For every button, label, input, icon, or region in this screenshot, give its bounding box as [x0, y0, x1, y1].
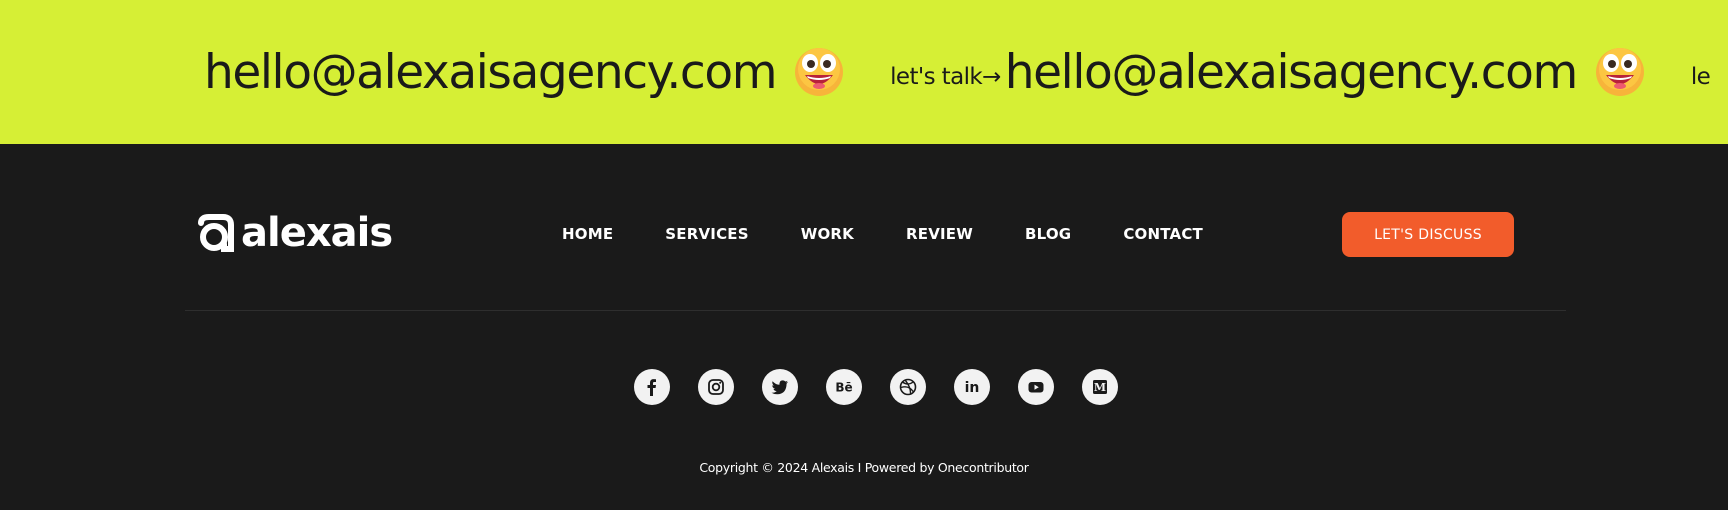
email-marquee: hello@alexaisagency.com let's talk→ hell…: [0, 0, 1728, 144]
nav-work[interactable]: WORK: [801, 225, 854, 243]
twitter-link[interactable]: [762, 369, 798, 405]
copyright-text: Copyright © 2024 Alexais I Powered by On…: [699, 460, 1029, 475]
nav-services[interactable]: SERVICES: [665, 225, 748, 243]
footer-top-bar: alexais HOME SERVICES WORK REVIEW BLOG C…: [185, 200, 1566, 268]
nav-home[interactable]: HOME: [562, 225, 613, 243]
youtube-link[interactable]: [1018, 369, 1054, 405]
nav-blog[interactable]: BLOG: [1025, 225, 1071, 243]
dribbble-icon: [899, 378, 917, 396]
lets-discuss-button[interactable]: LET'S DISCUSS: [1342, 212, 1514, 257]
linkedin-link[interactable]: in: [954, 369, 990, 405]
facebook-icon: [647, 379, 656, 396]
instagram-icon: [708, 379, 724, 395]
instagram-link[interactable]: [698, 369, 734, 405]
brand-name: alexais: [241, 210, 393, 256]
marquee-email-link[interactable]: hello@alexaisagency.com: [204, 49, 778, 96]
medium-text: M: [1094, 381, 1106, 394]
logo-mark-icon: [198, 214, 234, 252]
behance-link[interactable]: Bē: [826, 369, 862, 405]
twitter-icon: [771, 380, 788, 395]
behance-text: Bē: [835, 381, 852, 395]
marquee-email-link[interactable]: hello@alexaisagency.com: [1005, 49, 1579, 96]
footer-nav: HOME SERVICES WORK REVIEW BLOG CONTACT: [562, 200, 1203, 268]
medium-icon: M: [1093, 380, 1107, 394]
social-links: Bē in M: [634, 369, 1118, 405]
dribbble-link[interactable]: [890, 369, 926, 405]
lets-talk-label: le: [1690, 64, 1711, 90]
facebook-link[interactable]: [634, 369, 670, 405]
linkedin-text: in: [965, 380, 980, 396]
medium-link[interactable]: M: [1082, 369, 1118, 405]
nav-contact[interactable]: CONTACT: [1123, 225, 1203, 243]
nav-review[interactable]: REVIEW: [906, 225, 973, 243]
footer-divider: [185, 310, 1566, 311]
brand-logo[interactable]: alexais: [195, 210, 393, 256]
linkedin-icon: in: [965, 380, 980, 396]
behance-icon: Bē: [835, 381, 852, 395]
marquee-track: hello@alexaisagency.com let's talk→ hell…: [204, 0, 1714, 144]
lets-talk-label: let's talk→: [890, 64, 1001, 90]
grinning-face-emoji-icon: [1595, 48, 1644, 96]
youtube-icon: [1028, 382, 1044, 393]
grinning-face-emoji-icon: [795, 48, 844, 96]
